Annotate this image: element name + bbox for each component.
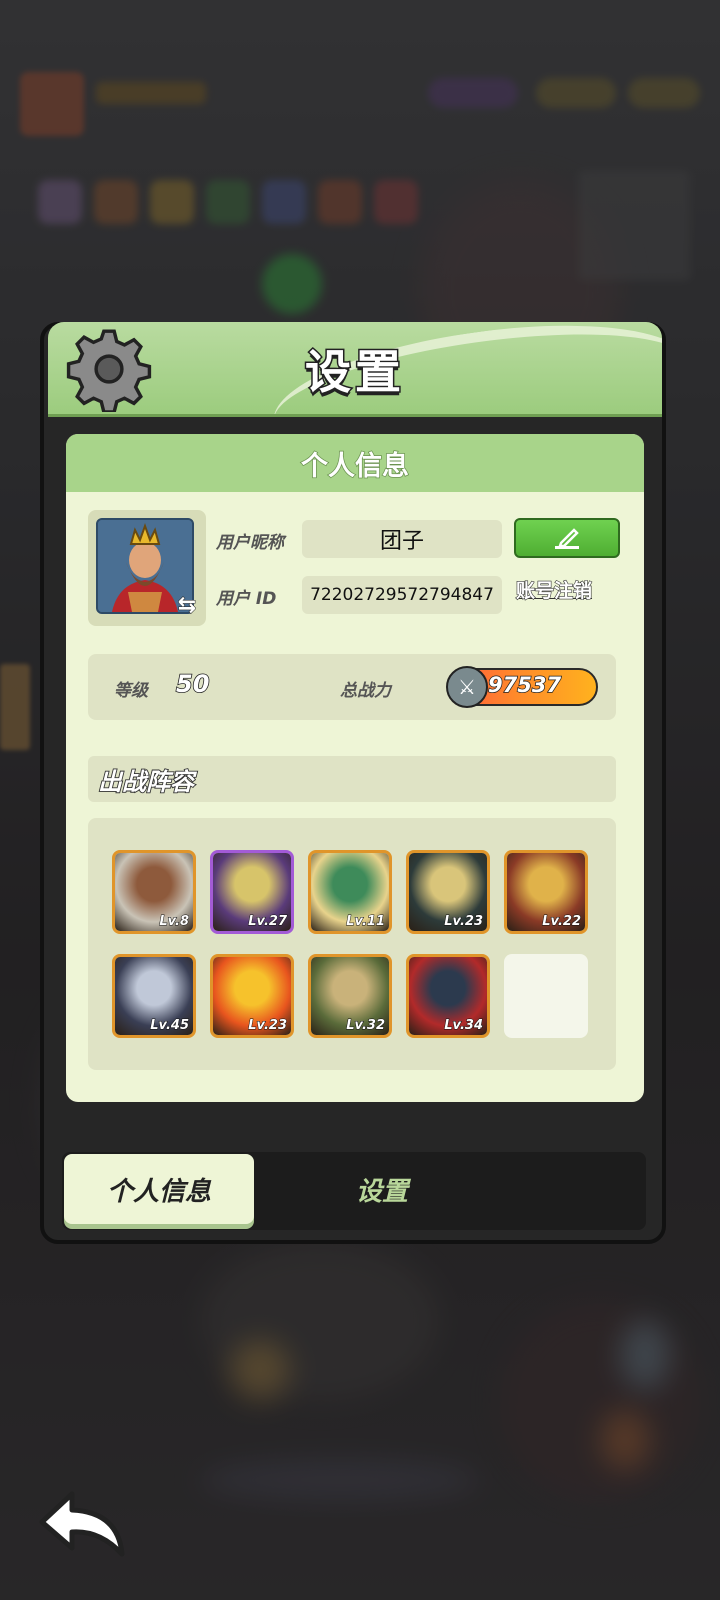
user-id-field: 72202729572794847 <box>302 576 502 614</box>
empty-hero-slot[interactable] <box>504 954 588 1038</box>
avatar-container[interactable]: ⇆ <box>88 510 206 626</box>
back-arrow-icon[interactable] <box>38 1488 130 1558</box>
power-badge: ⚔ 97537 <box>446 666 598 708</box>
hero-level: Lv.22 <box>542 914 582 930</box>
nickname-field: 团子 <box>302 520 502 558</box>
hero-slot[interactable]: Lv.32 <box>308 954 392 1038</box>
hero-level: Lv.11 <box>346 914 386 930</box>
hero-slot[interactable]: Lv.45 <box>112 954 196 1038</box>
panel-header: 设置 <box>48 322 662 417</box>
hero-level: Lv.27 <box>248 914 288 930</box>
profile-card: 个人信息 ⇆ 用户昵称 团子 用户 ID 72202729572794847 账… <box>66 434 644 1102</box>
edit-nickname-button[interactable] <box>514 518 620 558</box>
bottom-tabs: 个人信息 设置 <box>62 1152 646 1230</box>
level-value: 50 <box>175 669 210 699</box>
hero-slot[interactable]: Lv.27 <box>210 850 294 934</box>
user-id-label: 用户 ID <box>216 589 277 609</box>
hero-slot[interactable]: Lv.23 <box>406 850 490 934</box>
settings-panel: 设置 个人信息 ⇆ 用户昵称 团子 用户 ID 7220272957279484… <box>40 322 666 1244</box>
lineup-grid: Lv.8 Lv.27 Lv.11 Lv.23 Lv.22 Lv.45 Lv.23 Lv.32 L… <box>88 818 616 1070</box>
pencil-icon <box>555 528 579 549</box>
hero-level: Lv.34 <box>444 1018 484 1034</box>
hero-level: Lv.32 <box>346 1018 386 1034</box>
hero-level: Lv.45 <box>150 1018 190 1034</box>
hero-slot[interactable]: Lv.8 <box>112 850 196 934</box>
cancel-account-link[interactable]: 账号注销 <box>515 576 592 603</box>
nickname-label: 用户昵称 <box>216 533 284 553</box>
hero-slot[interactable]: Lv.11 <box>308 850 392 934</box>
crossed-swords-icon: ⚔ <box>446 666 488 708</box>
level-label: 等级 <box>114 681 148 701</box>
power-label: 总战力 <box>340 681 391 701</box>
hero-level: Lv.23 <box>444 914 484 930</box>
hero-level: Lv.8 <box>159 914 190 930</box>
hero-slot[interactable]: Lv.22 <box>504 850 588 934</box>
hero-level: Lv.23 <box>248 1018 288 1034</box>
hero-slot[interactable]: Lv.34 <box>406 954 490 1038</box>
swap-icon[interactable]: ⇆ <box>174 593 200 618</box>
tab-settings[interactable]: 设置 <box>292 1154 472 1224</box>
stats-bar: 等级 50 总战力 ⚔ 97537 <box>88 654 616 720</box>
lineup-header: 出战阵容 <box>88 756 616 802</box>
hero-slot[interactable]: Lv.23 <box>210 954 294 1038</box>
profile-section-header: 个人信息 <box>66 434 644 492</box>
power-value: 97537 <box>487 672 562 698</box>
panel-title: 设置 <box>304 344 405 401</box>
tab-profile[interactable]: 个人信息 <box>64 1154 254 1224</box>
